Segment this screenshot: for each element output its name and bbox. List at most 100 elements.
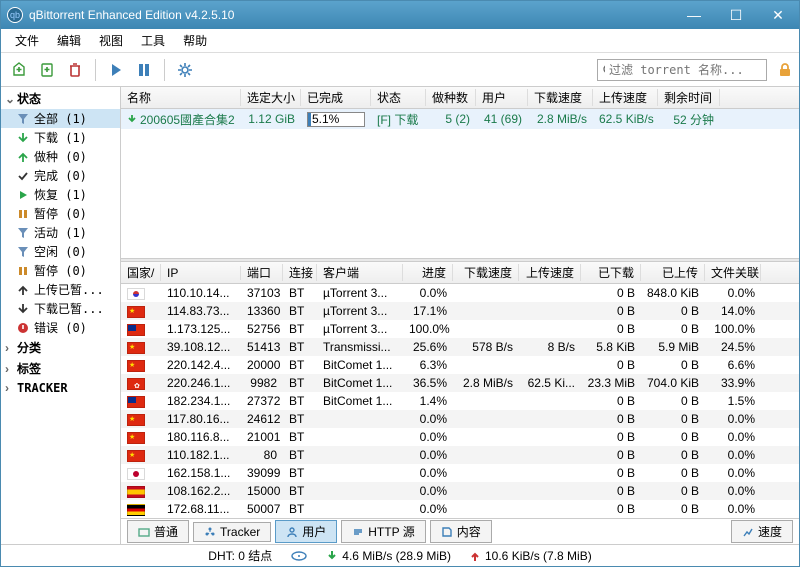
sidebar-group-标签[interactable]: ›标签 [1,358,120,379]
peer-row[interactable]: 110.10.14...37103BTµTorrent 3...0.0%0 B8… [121,284,799,302]
separator [164,59,165,81]
search-input[interactable] [609,63,762,77]
sidebar-item-4[interactable]: 恢复 (1) [1,185,120,204]
menu-编辑[interactable]: 编辑 [49,30,89,51]
peer-col-7[interactable]: 上传速度 [519,264,581,281]
peer-col-8[interactable]: 已下载 [581,264,641,281]
settings-button[interactable] [173,58,197,82]
torrent-col-8[interactable]: 剩余时间 [658,89,720,106]
peers-header: 国家/IP端口连接客户端进度下载速度上传速度已下载已上传文件关联 [121,262,799,284]
torrent-col-6[interactable]: 下载速度 [528,89,593,106]
sidebar-item-5[interactable]: 暂停 (0) [1,204,120,223]
torrent-col-3[interactable]: 状态 [371,89,426,106]
peer-col-6[interactable]: 下载速度 [453,264,519,281]
sidebar-label: 错误 (0) [34,319,87,336]
peer-col-9[interactable]: 已上传 [641,264,705,281]
minimize-button[interactable]: — [673,1,715,29]
tab-icon [138,526,150,538]
maximize-button[interactable]: ☐ [715,1,757,29]
peer-col-4[interactable]: 客户端 [317,264,403,281]
torrent-col-5[interactable]: 用户 [476,89,528,106]
torrent-row[interactable]: 200605國產合集21.12 GiB5.1%[F] 下载5 (2)41 (69… [121,109,799,129]
peer-row[interactable]: 1.173.125...52756BTµTorrent 3...100.0%0 … [121,320,799,338]
pause-button[interactable] [132,58,156,82]
sidebar-item-7[interactable]: 空闲 (0) [1,242,120,261]
flag-icon [121,484,161,498]
peer-row[interactable]: 162.158.1...39099BT0.0%0 B0 B0.0% [121,464,799,482]
flag-icon: ★ [121,358,161,372]
torrent-col-0[interactable]: 名称 [121,89,241,106]
sidebar-item-2[interactable]: 做种 (0) [1,147,120,166]
menu-视图[interactable]: 视图 [91,30,131,51]
separator [95,59,96,81]
status-dht[interactable]: DHT: 0 结点 [208,547,272,564]
torrent-col-1[interactable]: 选定大小 [241,89,301,106]
window-title: qBittorrent Enhanced Edition v4.2.5.10 [29,8,673,22]
menubar: 文件编辑视图工具帮助 [1,29,799,53]
status-disk-icon[interactable] [290,550,308,562]
peer-row[interactable]: ★117.80.16...24612BT0.0%0 B0 B0.0% [121,410,799,428]
tab-HTTP 源[interactable]: HTTP 源 [341,520,425,543]
sidebar-item-6[interactable]: 活动 (1) [1,223,120,242]
sidebar-status-header[interactable]: ⌄状态 [1,88,120,109]
sidebar-item-11[interactable]: 错误 (0) [1,318,120,337]
expand-icon: › [5,362,13,376]
sidebar-item-1[interactable]: 下载 (1) [1,128,120,147]
sidebar-item-9[interactable]: 上传已暂... [1,280,120,299]
peer-row[interactable]: 108.162.2...15000BT0.0%0 B0 B0.0% [121,482,799,500]
sidebar-item-10[interactable]: 下载已暂... [1,299,120,318]
search-box[interactable] [597,59,767,81]
sidebar-item-3[interactable]: 完成 (0) [1,166,120,185]
tab-内容[interactable]: 内容 [430,520,492,543]
flag-icon: ★ [121,430,161,444]
chart-icon [742,526,754,538]
tab-Tracker[interactable]: Tracker [193,522,271,542]
peer-col-10[interactable]: 文件关联 [705,264,761,281]
statusbar: DHT: 0 结点 4.6 MiB/s (28.9 MiB) 10.6 KiB/… [1,544,799,566]
tab-icon [204,526,216,538]
peer-row[interactable]: 182.234.1...27372BTBitComet 1...1.4%0 B0… [121,392,799,410]
add-link-button[interactable] [7,58,31,82]
peer-col-1[interactable]: IP [161,266,241,280]
peer-col-3[interactable]: 连接 [283,264,317,281]
torrent-col-7[interactable]: 上传速度 [593,89,658,106]
peer-col-5[interactable]: 进度 [403,264,453,281]
menu-工具[interactable]: 工具 [133,30,173,51]
tab-用户[interactable]: 用户 [275,520,337,543]
remove-button[interactable] [63,58,87,82]
peer-col-0[interactable]: 国家/ [121,264,161,281]
peer-row[interactable]: ★220.142.4...20000BTBitComet 1...6.3%0 B… [121,356,799,374]
torrent-col-2[interactable]: 已完成 [301,89,371,106]
add-torrent-button[interactable] [35,58,59,82]
tab-icon [441,526,453,538]
status-download[interactable]: 4.6 MiB/s (28.9 MiB) [326,549,451,563]
torrent-list-empty [121,129,799,258]
peer-row[interactable]: 172.68.11...50007BT0.0%0 B0 B0.0% [121,500,799,518]
tab-icon [286,526,298,538]
status-upload[interactable]: 10.6 KiB/s (7.8 MiB) [469,549,592,563]
sidebar-label: 活动 (1) [34,224,87,241]
titlebar[interactable]: qb qBittorrent Enhanced Edition v4.2.5.1… [1,1,799,29]
sidebar-group-分类[interactable]: ›分类 [1,337,120,358]
menu-帮助[interactable]: 帮助 [175,30,215,51]
lock-icon[interactable] [777,62,793,78]
detail-tabs: 普通Tracker用户HTTP 源内容 速度 [121,518,799,544]
sidebar-icon [17,189,29,201]
torrent-col-4[interactable]: 做种数 [426,89,476,106]
tab-speed[interactable]: 速度 [731,520,793,543]
progress-bar: 5.1% [307,112,365,127]
menu-文件[interactable]: 文件 [7,30,47,51]
peer-row[interactable]: ★114.83.73...13360BTµTorrent 3...17.1%0 … [121,302,799,320]
peer-row[interactable]: ★39.108.12...51413BTTransmissi...25.6%57… [121,338,799,356]
peer-row[interactable]: ✿220.246.1...9982BTBitComet 1...36.5%2.8… [121,374,799,392]
tab-普通[interactable]: 普通 [127,520,189,543]
sidebar-item-0[interactable]: 全部 (1) [1,109,120,128]
sidebar-group-TRACKER[interactable]: ›TRACKER [1,379,120,397]
peer-row[interactable]: ★110.182.1...80BT0.0%0 B0 B0.0% [121,446,799,464]
peer-row[interactable]: ★180.116.8...21001BT0.0%0 B0 B0.0% [121,428,799,446]
resume-button[interactable] [104,58,128,82]
close-button[interactable]: ✕ [757,1,799,29]
sidebar-item-8[interactable]: 暂停 (0) [1,261,120,280]
peer-col-2[interactable]: 端口 [241,264,283,281]
tab-icon [352,526,364,538]
